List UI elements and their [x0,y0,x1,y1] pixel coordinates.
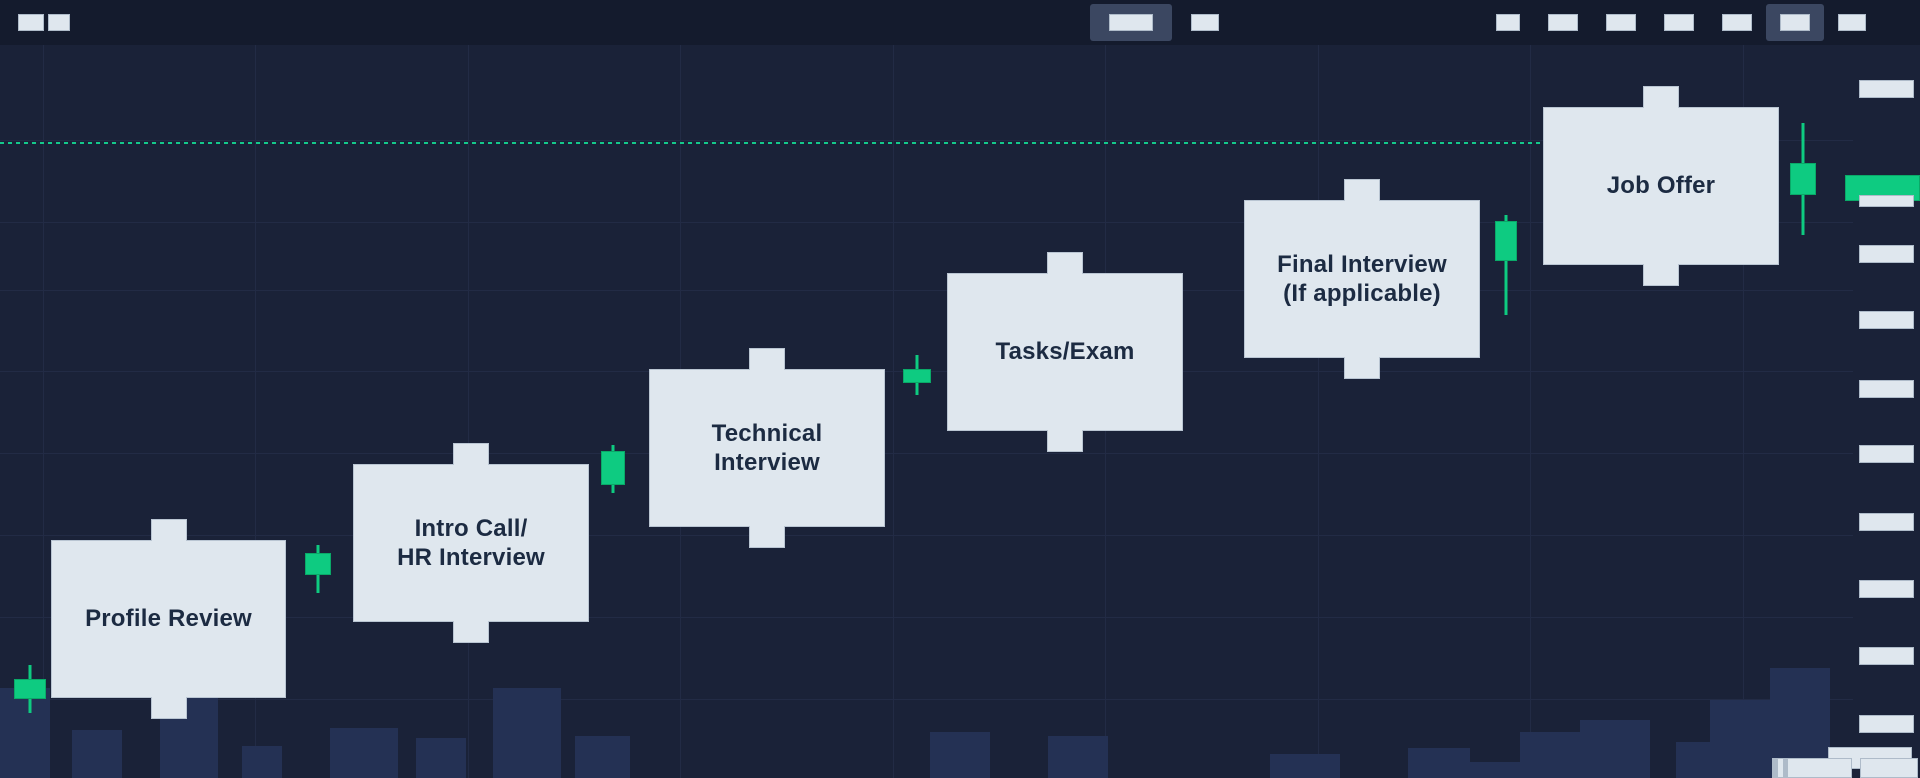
trading-chart-app: Profile Review Intro Call/ HR Interview … [0,0,1920,778]
toolbar-chip-4[interactable] [1172,4,1238,41]
card-notch-top [453,443,489,465]
price-tick[interactable] [1859,513,1914,531]
grid-line-horizontal [0,453,1853,454]
toolbar-chip-4-glyph [1191,14,1219,31]
toolbar-chip-11-glyph [1838,14,1866,31]
stage-card-label: Intro Call/ HR Interview [397,514,545,571]
toolbar-chip-11[interactable] [1824,4,1880,41]
toolbar-chip-10[interactable] [1766,4,1824,41]
toolbar-chip-8-glyph [1664,14,1694,31]
stage-card-label: Final Interview (If applicable) [1277,250,1447,307]
candle-body [14,679,46,699]
candle-final-interview[interactable] [1495,215,1517,315]
card-notch-bottom [749,526,785,548]
card-notch-bottom [453,621,489,643]
toolbar-chip-9-glyph [1722,14,1752,31]
price-tick-shadow [1859,195,1914,207]
price-tick[interactable] [1859,647,1914,665]
current-price-line [0,142,1540,144]
grid-line-vertical [1530,45,1531,778]
volume-bar [930,732,990,778]
volume-bar [1048,736,1108,778]
toolbar-chip-3[interactable] [1090,4,1172,41]
toolbar-chip-5[interactable] [1482,4,1534,41]
grid-line-vertical [468,45,469,778]
price-tick[interactable] [1859,715,1914,733]
candle-body [601,451,625,485]
grid-line-horizontal [0,699,1853,700]
chart-canvas[interactable]: Profile Review Intro Call/ HR Interview … [0,45,1853,778]
card-notch-top [1047,252,1083,274]
stage-card-job-offer[interactable]: Job Offer [1543,86,1779,286]
toolbar-chip-2[interactable] [46,4,72,41]
stage-card-profile-review[interactable]: Profile Review [51,519,286,719]
price-scale[interactable] [1845,45,1920,778]
volume-bar [242,746,282,778]
stage-card-label: Job Offer [1606,172,1716,200]
volume-bar [1580,720,1650,778]
card-notch-top [150,519,187,541]
volume-bar [1520,732,1582,778]
volume-bar [330,728,398,778]
card-notch-top [749,348,785,370]
candle-body [903,369,931,383]
volume-bar [1452,762,1522,778]
stage-card-technical-interview[interactable]: Technical Interview [649,348,885,548]
toolbar-chip-9[interactable] [1708,4,1766,41]
card-notch-bottom [1047,430,1083,452]
toolbar-chip-6-glyph [1548,14,1578,31]
stage-card-label: Profile Review [85,605,252,633]
footer-stripe [1788,759,1848,777]
price-tick[interactable] [1859,245,1914,263]
toolbar-chip-5-glyph [1496,14,1520,31]
toolbar-chip-6[interactable] [1534,4,1592,41]
toolbar-group-center [1090,4,1238,41]
volume-bar [72,730,122,778]
candle-tasks-exam[interactable] [903,355,931,395]
volume-bar [575,736,630,778]
top-toolbar [0,0,1920,45]
candle-body [1495,221,1517,261]
card-notch-bottom [150,697,187,719]
stage-card-final-interview[interactable]: Final Interview (If applicable) [1244,179,1480,379]
card-notch-top [1643,86,1679,108]
toolbar-chip-1-glyph [18,14,44,31]
toolbar-chip-3-glyph [1109,14,1153,31]
toolbar-chip-1[interactable] [16,4,46,41]
grid-line-vertical [1318,45,1319,778]
candle-technical-interview[interactable] [601,445,625,493]
price-tick[interactable] [1859,445,1914,463]
stage-card-tasks-exam[interactable]: Tasks/Exam [947,252,1183,452]
footer-stripe-block[interactable] [1772,758,1852,778]
price-tick[interactable] [1859,380,1914,398]
toolbar-chip-7-glyph [1606,14,1636,31]
card-notch-top [1344,179,1380,201]
price-tick[interactable] [1859,311,1914,329]
footer-block-right[interactable] [1860,758,1918,778]
stage-card-label: Technical Interview [711,419,823,476]
stage-card-intro-call[interactable]: Intro Call/ HR Interview [353,443,589,643]
candle-job-offer[interactable] [1790,123,1816,235]
grid-line-horizontal [0,535,1853,536]
candle-body [305,553,331,575]
stage-card-label: Tasks/Exam [995,338,1135,366]
price-tick[interactable] [1859,80,1914,98]
toolbar-chip-2-glyph [48,14,70,31]
card-notch-bottom [1344,357,1380,379]
toolbar-chip-10-glyph [1780,14,1810,31]
toolbar-group-left [16,4,72,41]
volume-bar [416,738,466,778]
candle-profile-review[interactable] [14,665,46,713]
grid-line-horizontal [0,290,1853,291]
candle-body [1790,163,1816,195]
toolbar-chip-8[interactable] [1650,4,1708,41]
volume-bar [493,688,561,778]
volume-bar [1270,754,1340,778]
toolbar-group-right [1482,4,1880,41]
grid-line-vertical [893,45,894,778]
toolbar-chip-7[interactable] [1592,4,1650,41]
price-tick[interactable] [1859,580,1914,598]
candle-intro-call[interactable] [305,545,331,593]
card-notch-bottom [1643,264,1679,286]
